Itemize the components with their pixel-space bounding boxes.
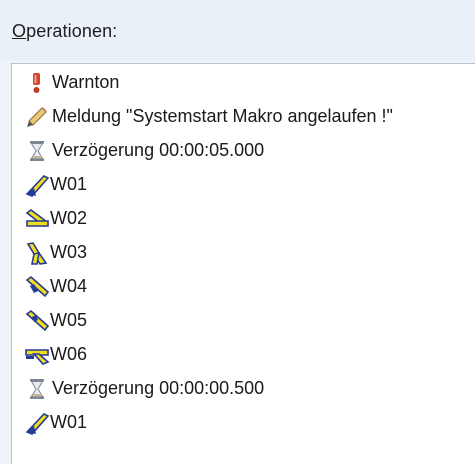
switch-icon <box>24 308 50 334</box>
list-item[interactable]: W05 <box>12 304 475 338</box>
list-item[interactable]: W01 <box>12 168 475 202</box>
list-item[interactable]: Warnton <box>12 66 475 100</box>
list-item[interactable]: W01 <box>12 406 475 440</box>
switch-icon <box>24 342 50 368</box>
list-item[interactable]: Verzögerung 00:00:00.500 <box>12 372 475 406</box>
alarm-icon <box>24 70 50 96</box>
list-item[interactable]: Verzögerung 00:00:05.000 <box>12 134 475 168</box>
switch-icon <box>24 274 50 300</box>
hourglass-icon <box>24 138 50 164</box>
list-item[interactable]: W04 <box>12 270 475 304</box>
operations-panel: Operationen: Warnton Meldung "Systemstar… <box>0 0 475 464</box>
list-item[interactable]: W02 <box>12 202 475 236</box>
operations-header: Operationen: <box>0 0 475 60</box>
pencil-icon <box>24 104 50 130</box>
operations-label: Operationen: <box>12 21 118 41</box>
list-item[interactable]: Meldung "Systemstart Makro angelaufen !" <box>12 100 475 134</box>
switch-icon <box>24 172 50 198</box>
list-item[interactable]: W06 <box>12 338 475 372</box>
switch-icon <box>24 410 50 436</box>
switch-icon <box>24 206 50 232</box>
hourglass-icon <box>24 376 50 402</box>
operations-list[interactable]: Warnton Meldung "Systemstart Makro angel… <box>11 63 475 464</box>
switch-icon <box>24 240 50 266</box>
list-item[interactable]: W03 <box>12 236 475 270</box>
